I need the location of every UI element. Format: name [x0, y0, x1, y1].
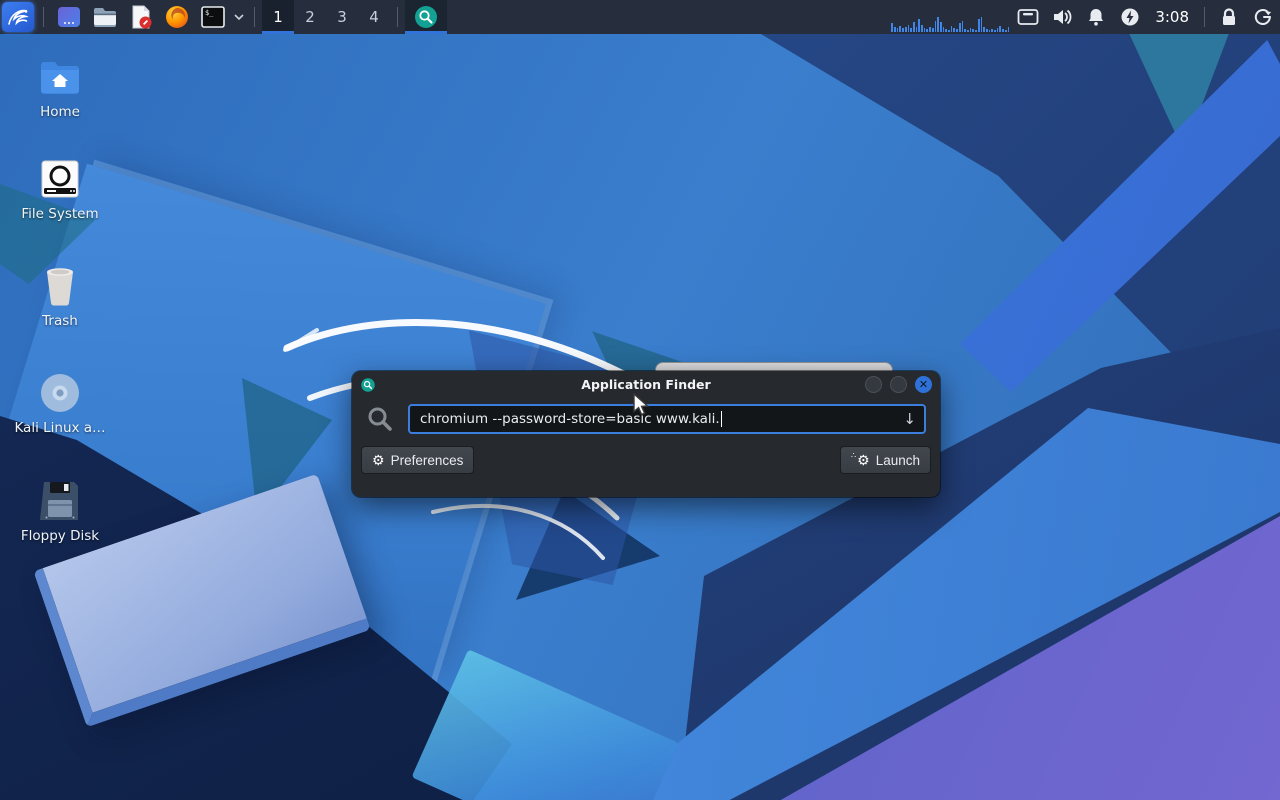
- svg-text:$_: $_: [205, 9, 214, 17]
- cpu-graph[interactable]: [889, 0, 1011, 34]
- text-editor-icon: [128, 4, 154, 30]
- power-bolt-icon: [1120, 7, 1140, 27]
- dialog-title: Application Finder: [352, 377, 940, 392]
- desktop-icon-kali-cd[interactable]: Kali Linux a…: [8, 372, 112, 436]
- search-icon: [366, 405, 394, 433]
- workspace-1[interactable]: 1: [262, 0, 294, 34]
- launcher-window-app[interactable]: [54, 0, 84, 34]
- close-icon: ✕: [919, 379, 928, 390]
- command-input[interactable]: chromium --password-store=basic www.kali…: [408, 404, 926, 434]
- panel-spacer: [447, 0, 889, 34]
- desktop-icon-trash[interactable]: Trash: [8, 265, 112, 329]
- logout-button[interactable]: [1246, 7, 1280, 27]
- speaker-icon: [1051, 7, 1073, 27]
- volume-tray-button[interactable]: [1045, 7, 1079, 27]
- wallpaper-shape: [411, 649, 678, 800]
- dialog-buttons-row: ⚙ Preferences ∴ ⚙ Launch: [352, 434, 940, 474]
- kali-logo-icon: [6, 5, 30, 29]
- clock-time: 3:08: [1155, 8, 1189, 26]
- firefox-icon: [164, 4, 190, 30]
- application-finder-icon: [360, 377, 376, 393]
- panel-separator: [1204, 7, 1205, 27]
- desktop-icon-home[interactable]: Home: [8, 56, 112, 120]
- panel-separator: [254, 7, 255, 27]
- launch-gear-icon: ⚙: [857, 453, 870, 467]
- lock-icon: [1220, 7, 1238, 27]
- workspace-3[interactable]: 3: [326, 0, 358, 34]
- workspace-2[interactable]: 2: [294, 0, 326, 34]
- window-app-icon: [56, 4, 82, 30]
- window-controls: ✕: [865, 376, 932, 393]
- application-finder-dialog: Application Finder ✕ chromium --password…: [352, 371, 940, 497]
- desktop-icon-label: Trash: [42, 313, 78, 329]
- floppy-disk-icon: [40, 480, 80, 522]
- power-manager-tray-button[interactable]: [1113, 7, 1147, 27]
- command-input-value: chromium --password-store=basic www.kali…: [420, 411, 720, 427]
- close-button[interactable]: ✕: [915, 376, 932, 393]
- desktop-icon-label: Kali Linux a…: [14, 420, 105, 436]
- minimize-button[interactable]: [865, 376, 882, 393]
- system-tray: 3:08: [1011, 0, 1280, 34]
- bell-icon: [1086, 7, 1106, 27]
- launch-dots-icon: ∴: [851, 451, 855, 460]
- workspace-4[interactable]: 4: [358, 0, 390, 34]
- trash-icon: [40, 265, 80, 307]
- workspace-label: 2: [305, 8, 315, 26]
- desktop-icon-file-system[interactable]: File System: [8, 158, 112, 222]
- preferences-button-label: Preferences: [391, 453, 464, 468]
- notifications-tray-button[interactable]: [1079, 7, 1113, 27]
- launcher-terminal[interactable]: $_: [198, 0, 228, 34]
- launcher-firefox[interactable]: [162, 0, 192, 34]
- home-folder-icon: [39, 58, 81, 96]
- launcher-file-manager[interactable]: [90, 0, 120, 34]
- hard-drive-icon: [40, 159, 80, 199]
- launcher-text-editor[interactable]: [126, 0, 156, 34]
- maximize-button[interactable]: [890, 376, 907, 393]
- desktop-icon-floppy-disk[interactable]: Floppy Disk: [8, 480, 112, 544]
- gear-icon: ⚙: [372, 453, 385, 467]
- launch-button-label: Launch: [876, 453, 920, 468]
- workspace-label: 1: [273, 8, 283, 26]
- network-tray-button[interactable]: [1011, 8, 1045, 26]
- taskbar-application-finder[interactable]: [405, 0, 447, 34]
- terminal-icon: $_: [200, 4, 226, 30]
- lock-screen-button[interactable]: [1212, 7, 1246, 27]
- logout-icon: [1253, 7, 1273, 27]
- arrow-down-icon[interactable]: ↓: [903, 410, 916, 428]
- optical-disc-icon: [39, 372, 81, 414]
- mouse-cursor: [632, 393, 652, 417]
- text-caret: [721, 411, 723, 427]
- terminal-dropdown-chevron[interactable]: [231, 0, 247, 34]
- desktop-icon-label: Floppy Disk: [21, 528, 99, 544]
- application-finder-icon: [413, 4, 439, 30]
- panel-separator: [397, 7, 398, 27]
- top-panel: $_ 1 2 3 4: [0, 0, 1280, 34]
- desktop-icon-label: File System: [21, 206, 98, 222]
- chevron-down-icon: [233, 13, 245, 21]
- network-icon: [1017, 8, 1039, 26]
- launch-button[interactable]: ∴ ⚙ Launch: [840, 446, 931, 474]
- workspace-label: 4: [369, 8, 379, 26]
- preferences-button[interactable]: ⚙ Preferences: [361, 446, 474, 474]
- desktop-icon-label: Home: [40, 104, 80, 120]
- panel-separator: [43, 7, 44, 27]
- applications-menu-button[interactable]: [2, 2, 34, 32]
- clock[interactable]: 3:08: [1147, 8, 1197, 26]
- folder-icon: [92, 4, 118, 30]
- workspace-label: 3: [337, 8, 347, 26]
